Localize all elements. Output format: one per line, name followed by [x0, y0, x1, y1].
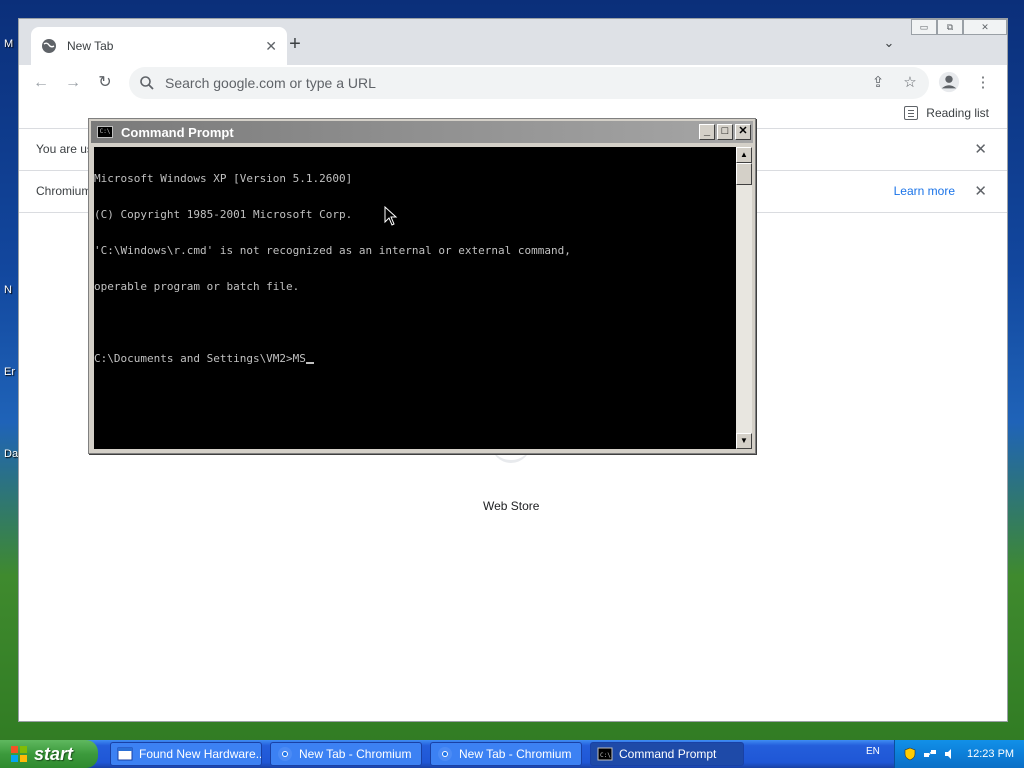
clock[interactable]: 12:23 PM — [967, 748, 1014, 760]
desktop-icon-label[interactable]: N — [4, 284, 12, 296]
address-bar[interactable]: Search google.com or type a URL — [129, 67, 929, 99]
text-cursor — [305, 362, 314, 364]
tab-search-chevron-icon[interactable]: ⌄ — [879, 33, 899, 53]
restore-window-button[interactable]: ⧉ — [937, 19, 963, 35]
address-bar-placeholder: Search google.com or type a URL — [165, 75, 376, 91]
learn-more-link[interactable]: Learn more — [894, 184, 955, 198]
cmd-close-button[interactable]: ✕ — [735, 124, 751, 140]
desktop-edge: M N Er Da — [0, 0, 20, 740]
taskbar-item-command-prompt[interactable]: C:\ Command Prompt — [590, 742, 744, 766]
taskbar-item-label: Command Prompt — [619, 747, 717, 761]
webstore-shortcut-label[interactable]: Web Store — [483, 499, 539, 513]
cmd-scrollbar[interactable]: ▲ ▼ — [736, 147, 752, 449]
start-label: start — [34, 743, 74, 764]
hardware-wizard-icon — [117, 747, 133, 761]
volume-icon[interactable] — [943, 747, 957, 761]
minimize-window-button[interactable]: ▭ — [911, 19, 937, 35]
taskbar-item-label: New Tab - Chromium — [459, 747, 572, 761]
infobar-text: You are us — [36, 142, 93, 156]
console-line: 'C:\Windows\r.cmd' is not recognized as … — [94, 244, 571, 257]
command-prompt-icon: C:\ — [597, 747, 613, 761]
taskbar-item-label: Found New Hardware... — [139, 747, 262, 761]
toolbar: ← → ↻ Search google.com or type a URL ⇪ … — [19, 65, 1007, 101]
cmd-maximize-button[interactable]: □ — [717, 124, 733, 140]
menu-kebab-icon[interactable]: ⋮ — [971, 71, 995, 95]
console-line: (C) Copyright 1985-2001 Microsoft Corp. — [94, 208, 353, 221]
console-line: operable program or batch file. — [94, 280, 300, 293]
reload-icon[interactable]: ↻ — [91, 69, 119, 97]
chromium-icon — [278, 747, 292, 761]
infobar-text: Chromium — [36, 184, 92, 198]
scroll-down-arrow-icon[interactable]: ▼ — [736, 433, 752, 449]
tab-close-icon[interactable]: ✕ — [265, 38, 277, 55]
scroll-up-arrow-icon[interactable]: ▲ — [736, 147, 752, 163]
windows-flag-icon — [11, 746, 27, 762]
taskbar-item-chromium[interactable]: New Tab - Chromium — [270, 742, 422, 766]
cmd-app-icon: C:\ — [97, 126, 113, 138]
search-icon — [140, 76, 154, 90]
security-shield-icon[interactable] — [903, 747, 917, 761]
network-icon[interactable] — [923, 747, 937, 761]
desktop-icon-label[interactable]: Er — [4, 366, 15, 378]
svg-text:C:\: C:\ — [600, 752, 611, 759]
infobar-close-icon[interactable]: ✕ — [974, 140, 987, 158]
close-window-button[interactable]: ✕ — [963, 19, 1007, 35]
forward-arrow-icon[interactable]: → — [59, 69, 87, 97]
tab-new-tab[interactable]: New Tab ✕ — [31, 27, 287, 65]
scroll-thumb[interactable] — [736, 163, 752, 185]
desktop-icon-label[interactable]: M — [4, 38, 13, 50]
desktop-icon-label[interactable]: Da — [4, 448, 18, 460]
cmd-minimize-button[interactable]: _ — [699, 124, 715, 140]
system-tray: 12:23 PM — [894, 740, 1024, 768]
reading-list-label: Reading list — [926, 106, 989, 120]
infobar-close-icon[interactable]: ✕ — [974, 182, 987, 200]
back-arrow-icon[interactable]: ← — [27, 69, 55, 97]
bookmark-star-icon[interactable]: ☆ — [898, 71, 922, 95]
console-prompt: C:\Documents and Settings\VM2>MS — [94, 352, 306, 365]
taskbar-item-found-new-hardware[interactable]: Found New Hardware... — [110, 742, 262, 766]
tab-strip: New Tab ✕ + ⌄ ▭ ⧉ ✕ — [19, 19, 1007, 65]
taskbar-item-chromium[interactable]: New Tab - Chromium — [430, 742, 582, 766]
cmd-title-bar[interactable]: C:\ Command Prompt _ □ ✕ — [91, 121, 753, 143]
console-output[interactable]: Microsoft Windows XP [Version 5.1.2600] … — [94, 147, 736, 449]
command-prompt-window: C:\ Command Prompt _ □ ✕ Microsoft Windo… — [88, 118, 756, 454]
start-button[interactable]: start — [0, 740, 98, 768]
globe-icon — [42, 39, 56, 53]
reading-list-icon — [904, 106, 919, 120]
console-prompt-line: C:\Documents and Settings\VM2>MS — [94, 353, 736, 365]
chromium-icon — [438, 747, 452, 761]
reading-list-button[interactable]: Reading list — [904, 106, 989, 120]
new-tab-button[interactable]: + — [281, 31, 309, 59]
cmd-title: Command Prompt — [121, 124, 234, 140]
console-line: Microsoft Windows XP [Version 5.1.2600] — [94, 172, 353, 185]
taskbar-item-label: New Tab - Chromium — [299, 747, 412, 761]
profile-avatar-icon[interactable] — [937, 71, 961, 95]
language-indicator[interactable]: EN — [866, 746, 882, 762]
share-icon[interactable]: ⇪ — [866, 71, 890, 95]
taskbar: start Found New Hardware... New Tab - Ch… — [0, 740, 1024, 768]
tab-title: New Tab — [67, 39, 114, 53]
